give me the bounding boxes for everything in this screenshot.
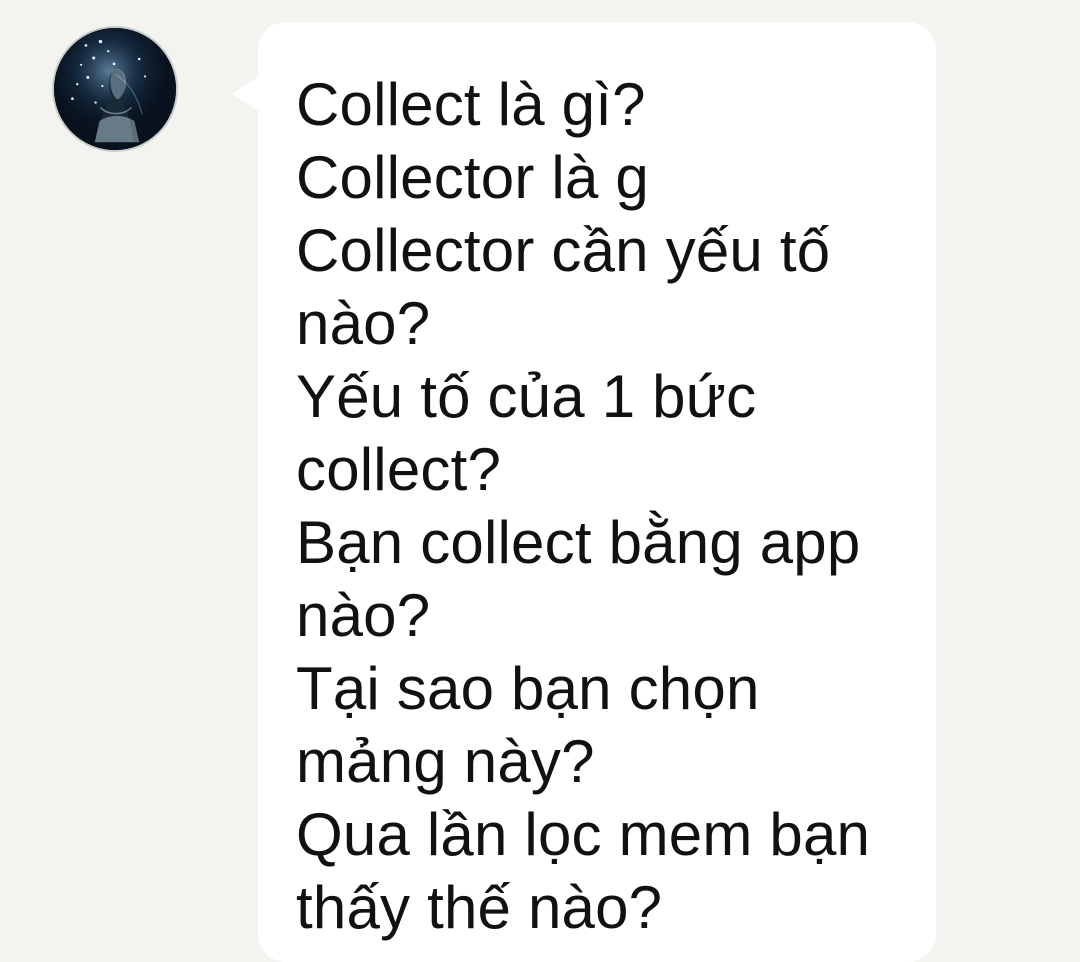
message-bubble-tail <box>232 76 260 112</box>
message-line: Collector cần yếu tố <box>296 217 831 284</box>
message-line: Collect là gì? <box>296 71 646 138</box>
message-line: collect? <box>296 436 502 503</box>
message-line: Tại sao bạn chọn <box>296 655 760 722</box>
user-avatar-icon[interactable] <box>52 26 178 152</box>
message-line: Collector là g <box>296 144 649 211</box>
message-line: Bạn collect bằng app <box>296 509 861 576</box>
message-line: nào? <box>296 582 431 649</box>
message-line: thấy thế nào? <box>296 874 663 941</box>
message-line: Qua lần lọc mem bạn <box>296 801 871 868</box>
message-line: nào? <box>296 290 431 357</box>
chat-message-row: Collect là gì? Collector là g Collector … <box>0 0 1080 962</box>
message-line: Yếu tố của 1 bức <box>296 363 757 430</box>
message-text: Collect là gì? Collector là g Collector … <box>296 68 896 944</box>
message-line: mảng này? <box>296 728 595 795</box>
